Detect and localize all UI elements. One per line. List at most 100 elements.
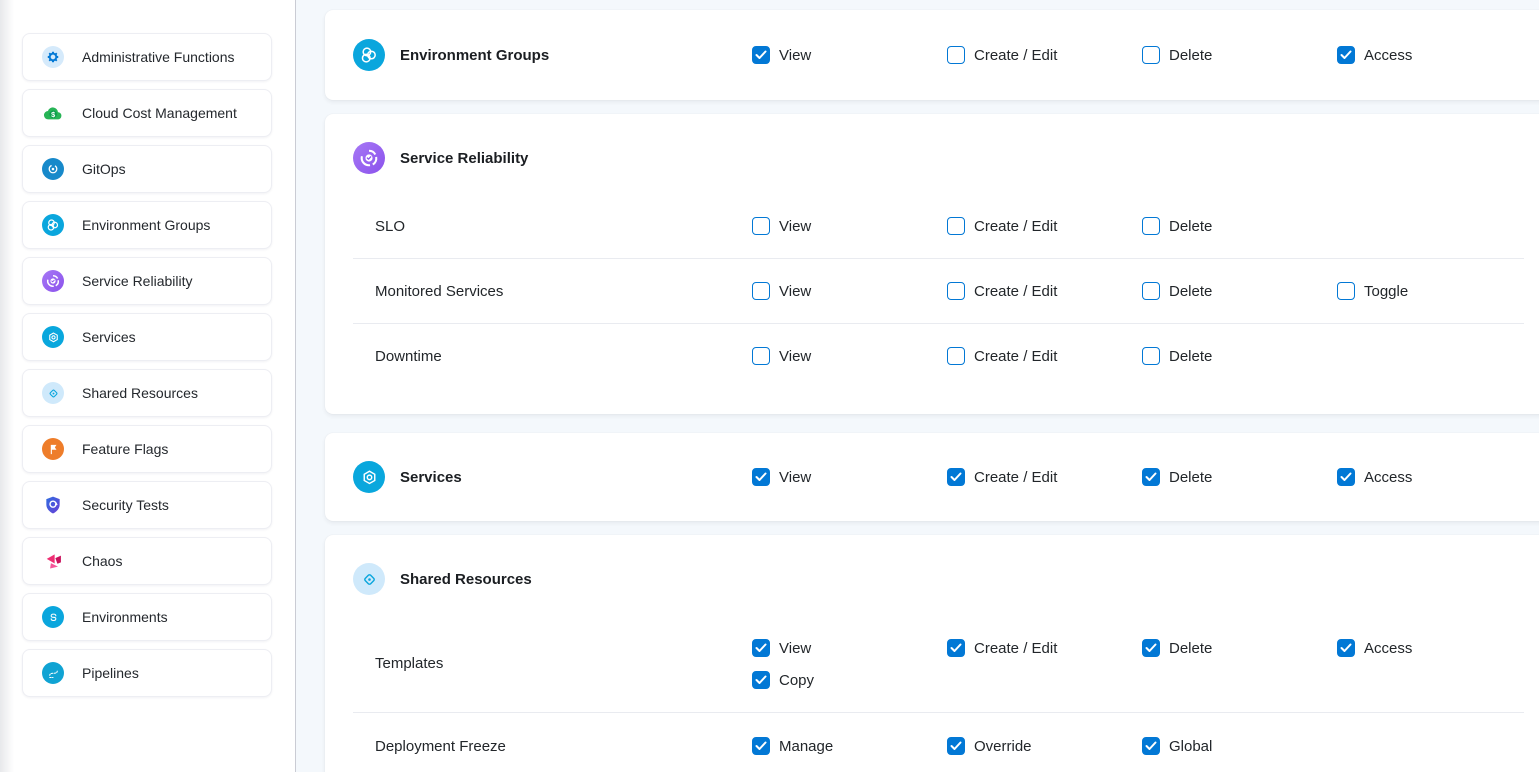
checkbox-label: View bbox=[779, 47, 811, 64]
checkbox-box[interactable] bbox=[947, 639, 965, 657]
checkbox-access[interactable]: Access bbox=[1337, 468, 1412, 486]
resource-label: Monitored Services bbox=[375, 283, 752, 300]
checkbox-override[interactable]: Override bbox=[947, 737, 1032, 755]
resource-rows: SLO View Create / Edit Delete Monitored … bbox=[325, 194, 1539, 388]
checkbox-box[interactable] bbox=[752, 671, 770, 689]
resource-label: Downtime bbox=[375, 348, 752, 365]
checkbox-create-edit[interactable]: Create / Edit bbox=[947, 46, 1057, 64]
checkbox-view[interactable]: View bbox=[752, 46, 811, 64]
sidebar-item-gitops[interactable]: GitOps bbox=[22, 145, 272, 193]
environment-groups-icon bbox=[42, 214, 64, 236]
checkbox-box[interactable] bbox=[1142, 217, 1160, 235]
checkbox-box[interactable] bbox=[1142, 737, 1160, 755]
checkbox-box[interactable] bbox=[752, 46, 770, 64]
sidebar-item-label: Cloud Cost Management bbox=[82, 105, 237, 121]
module-title: Service Reliability bbox=[400, 150, 528, 167]
sidebar-item-environments[interactable]: Environments bbox=[22, 593, 272, 641]
checkbox-box[interactable] bbox=[752, 737, 770, 755]
sidebar-item-label: Services bbox=[82, 329, 136, 345]
checkbox-access[interactable]: Access bbox=[1337, 46, 1412, 64]
checkbox-box[interactable] bbox=[947, 217, 965, 235]
sidebar-item-security-tests[interactable]: Security Tests bbox=[22, 481, 272, 529]
checkbox-box[interactable] bbox=[752, 639, 770, 657]
checkbox-label: View bbox=[779, 469, 811, 486]
checkbox-box[interactable] bbox=[947, 468, 965, 486]
service-reliability-icon bbox=[42, 270, 64, 292]
checkbox-box[interactable] bbox=[1337, 468, 1355, 486]
checkbox-box[interactable] bbox=[1142, 639, 1160, 657]
checkbox-create-edit[interactable]: Create / Edit bbox=[947, 468, 1057, 486]
checkbox-create-edit[interactable]: Create / Edit bbox=[947, 282, 1057, 300]
checkbox-copy[interactable]: Copy bbox=[752, 671, 814, 689]
checkbox-label: View bbox=[779, 348, 811, 365]
checkbox-manage[interactable]: Manage bbox=[752, 737, 833, 755]
svg-text:$: $ bbox=[51, 110, 55, 119]
sidebar-item-service-reliability[interactable]: Service Reliability bbox=[22, 257, 272, 305]
checkbox-create-edit[interactable]: Create / Edit bbox=[947, 347, 1057, 365]
checkbox-box[interactable] bbox=[947, 347, 965, 365]
checkbox-box[interactable] bbox=[1337, 46, 1355, 64]
permissions-panel: Environment Groups View Create / Edit De… bbox=[296, 0, 1539, 772]
sidebar-item-chaos[interactable]: Chaos bbox=[22, 537, 272, 585]
sidebar-item-label: Chaos bbox=[82, 553, 122, 569]
checkbox-global[interactable]: Global bbox=[1142, 737, 1212, 755]
checkbox-box[interactable] bbox=[947, 737, 965, 755]
checkbox-create-edit[interactable]: Create / Edit bbox=[947, 217, 1057, 235]
checkbox-create-edit[interactable]: Create / Edit bbox=[947, 639, 1057, 657]
checkbox-box[interactable] bbox=[1337, 639, 1355, 657]
checkbox-view[interactable]: View bbox=[752, 639, 811, 657]
permission-card-environment-groups: Environment Groups View Create / Edit De… bbox=[325, 10, 1539, 100]
checkbox-box[interactable] bbox=[1142, 46, 1160, 64]
module-cell: Services bbox=[353, 461, 752, 493]
checkbox-view[interactable]: View bbox=[752, 282, 811, 300]
checkbox-toggle[interactable]: Toggle bbox=[1337, 282, 1408, 300]
checkbox-label: View bbox=[779, 640, 811, 657]
checkbox-delete[interactable]: Delete bbox=[1142, 639, 1212, 657]
checkbox-label: Create / Edit bbox=[974, 218, 1057, 235]
permission-row-monitored-services: Monitored Services View Create / Edit De… bbox=[325, 259, 1539, 323]
sidebar-item-label: Administrative Functions bbox=[82, 49, 235, 65]
module-sidebar: Administrative Functions $ Cloud Cost Ma… bbox=[0, 0, 296, 772]
checkbox-label: Create / Edit bbox=[974, 283, 1057, 300]
checkbox-label: Create / Edit bbox=[974, 469, 1057, 486]
checkbox-box[interactable] bbox=[1142, 468, 1160, 486]
sidebar-item-environment-groups[interactable]: Environment Groups bbox=[22, 201, 272, 249]
checkbox-label: Access bbox=[1364, 469, 1412, 486]
checkbox-label: Override bbox=[974, 738, 1032, 755]
checkbox-box[interactable] bbox=[752, 282, 770, 300]
sidebar-item-pipelines[interactable]: Pipelines bbox=[22, 649, 272, 697]
checkbox-box[interactable] bbox=[752, 347, 770, 365]
checkbox-box[interactable] bbox=[752, 468, 770, 486]
sidebar-item-label: Pipelines bbox=[82, 665, 139, 681]
sidebar-item-label: Feature Flags bbox=[82, 441, 168, 457]
checkbox-delete[interactable]: Delete bbox=[1142, 217, 1212, 235]
checkbox-delete[interactable]: Delete bbox=[1142, 282, 1212, 300]
checkbox-delete[interactable]: Delete bbox=[1142, 468, 1212, 486]
permission-row-slo: SLO View Create / Edit Delete bbox=[325, 194, 1539, 258]
checkbox-label: Create / Edit bbox=[974, 47, 1057, 64]
sidebar-item-services[interactable]: Services bbox=[22, 313, 272, 361]
resource-label: SLO bbox=[375, 218, 752, 235]
module-title: Services bbox=[400, 469, 462, 486]
checkbox-box[interactable] bbox=[1142, 282, 1160, 300]
sidebar-item-shared-resources[interactable]: Shared Resources bbox=[22, 369, 272, 417]
checkbox-delete[interactable]: Delete bbox=[1142, 347, 1212, 365]
checkbox-label: Access bbox=[1364, 640, 1412, 657]
checkbox-box[interactable] bbox=[752, 217, 770, 235]
shield-icon bbox=[42, 494, 64, 516]
checkbox-view[interactable]: View bbox=[752, 468, 811, 486]
checkbox-delete[interactable]: Delete bbox=[1142, 46, 1212, 64]
checkbox-box[interactable] bbox=[947, 46, 965, 64]
checkbox-view[interactable]: View bbox=[752, 217, 811, 235]
checkbox-box[interactable] bbox=[1337, 282, 1355, 300]
sidebar-item-feature-flags[interactable]: Feature Flags bbox=[22, 425, 272, 473]
checkbox-access[interactable]: Access bbox=[1337, 639, 1412, 657]
checkbox-box[interactable] bbox=[1142, 347, 1160, 365]
pipelines-icon bbox=[42, 662, 64, 684]
checkbox-view[interactable]: View bbox=[752, 347, 811, 365]
sidebar-item-administrative-functions[interactable]: Administrative Functions bbox=[22, 33, 272, 81]
checkbox-box[interactable] bbox=[947, 282, 965, 300]
sidebar-item-cloud-cost-management[interactable]: $ Cloud Cost Management bbox=[22, 89, 272, 137]
resource-rows: Templates View Copy Create / Edit bbox=[325, 615, 1539, 772]
checkbox-label: Global bbox=[1169, 738, 1212, 755]
